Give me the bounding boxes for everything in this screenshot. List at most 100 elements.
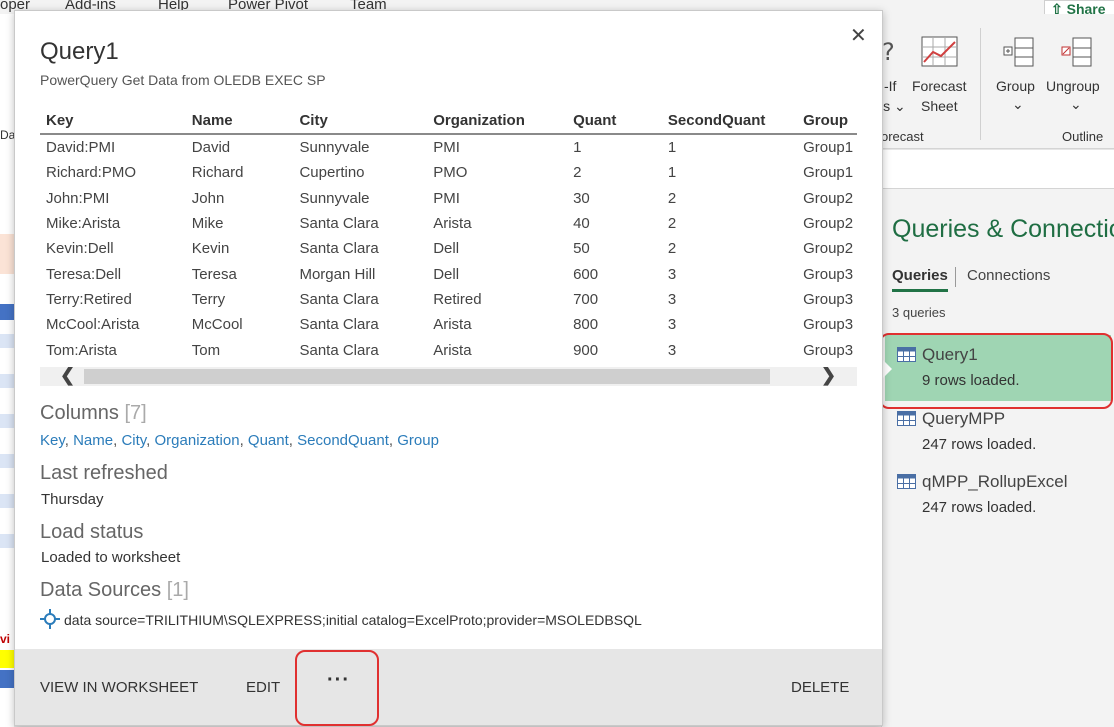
table-cell: Dell bbox=[433, 240, 460, 258]
scroll-left-icon[interactable]: ❮ bbox=[60, 365, 75, 386]
edit-button[interactable]: EDIT bbox=[246, 679, 280, 696]
data-source-icon bbox=[40, 609, 60, 629]
data-sources-heading: Data Sources [1] bbox=[40, 579, 189, 601]
column-link[interactable]: Name bbox=[73, 432, 113, 449]
preview-table-container[interactable]: Key Name City Organization Quant SecondQ… bbox=[40, 107, 857, 361]
grid-cell bbox=[0, 534, 14, 548]
grid-cell bbox=[0, 334, 14, 348]
grid-cell bbox=[0, 454, 14, 468]
table-cell: Dell bbox=[433, 265, 460, 283]
query-rows: 247 rows loaded. bbox=[922, 436, 1037, 453]
tab-queries[interactable]: Queries bbox=[892, 267, 948, 292]
table-cell: 50 bbox=[573, 240, 590, 258]
data-source-text: data source=TRILITHIUM\SQLEXPRESS;initia… bbox=[64, 612, 642, 628]
table-cell: Santa Clara bbox=[299, 290, 379, 308]
table-cell: PMI bbox=[433, 139, 460, 157]
scrollbar-thumb[interactable] bbox=[84, 369, 770, 384]
table-row: John:PMI John Sunnyvale PMI 30 2 Group2 bbox=[40, 186, 857, 211]
table-cell: 30 bbox=[573, 189, 590, 207]
ungroup-dropdown[interactable]: ⌄ bbox=[1070, 96, 1082, 113]
forecast-sheet-label-2[interactable]: Sheet bbox=[921, 98, 958, 114]
table-cell: 3 bbox=[667, 341, 677, 359]
table-row: David:PMI David Sunnyvale PMI 1 1 Group1 bbox=[40, 134, 857, 160]
column-header: City bbox=[293, 107, 428, 135]
group-dropdown[interactable]: ⌄ bbox=[1012, 96, 1024, 113]
column-link[interactable]: Group bbox=[397, 432, 439, 449]
forecast-sheet-label[interactable]: Forecast bbox=[912, 78, 966, 94]
table-row: Terry:Retired Terry Santa Clara Retired 700 3… bbox=[40, 287, 857, 312]
table-cell: 900 bbox=[573, 341, 599, 359]
table-cell: Group2 bbox=[803, 189, 854, 207]
grid-cell-yellow bbox=[0, 650, 14, 668]
query-count: 3 queries bbox=[892, 305, 946, 320]
table-row: Mike:Arista Mike Santa Clara Arista 40 2 Group… bbox=[40, 211, 857, 236]
what-if-label-2[interactable]: is ⌄ bbox=[880, 98, 906, 115]
column-link[interactable]: City bbox=[121, 432, 146, 449]
column-link[interactable]: Organization bbox=[155, 432, 240, 449]
group-label[interactable]: Group bbox=[996, 78, 1035, 94]
scroll-right-icon[interactable]: ❯ bbox=[821, 365, 836, 386]
table-row: Kevin:Dell Kevin Santa Clara Dell 50 2 Group2 bbox=[40, 236, 857, 261]
table-cell: Santa Clara bbox=[299, 240, 379, 258]
table-cell: 2 bbox=[667, 189, 677, 207]
pane-title: Queries & Connections bbox=[892, 215, 1114, 243]
table-row: Teresa:Dell Teresa Morgan Hill Dell 600 3 Grou… bbox=[40, 261, 857, 286]
column-link[interactable]: SecondQuant bbox=[297, 432, 389, 449]
table-cell: Richard bbox=[191, 164, 244, 182]
table-cell: Santa Clara bbox=[299, 215, 379, 233]
svg-text:?: ? bbox=[882, 38, 895, 66]
ungroup-label[interactable]: Ungroup bbox=[1046, 78, 1100, 94]
table-cell: Group2 bbox=[803, 215, 854, 233]
column-header: Name bbox=[185, 107, 294, 135]
horizontal-scrollbar[interactable]: ❮ ❯ bbox=[40, 365, 857, 386]
table-cell: David bbox=[191, 139, 231, 157]
column-header: SecondQuant bbox=[661, 107, 798, 135]
view-in-worksheet-button[interactable]: VIEW IN WORKSHEET bbox=[40, 679, 198, 696]
table-icon bbox=[897, 474, 916, 489]
table-cell: 800 bbox=[573, 316, 599, 334]
delete-button[interactable]: DELETE bbox=[791, 679, 849, 696]
highlight-query1 bbox=[879, 333, 1113, 409]
grid-cell bbox=[0, 374, 14, 388]
table-cell: Retired bbox=[433, 290, 482, 308]
table-row: McCool:Arista McCool Santa Clara Arista 800 3… bbox=[40, 312, 857, 337]
table-cell: Mike:Arista bbox=[46, 215, 121, 233]
load-status-heading: Load status bbox=[40, 521, 144, 543]
table-cell: McCool bbox=[191, 316, 243, 334]
table-cell: Tom bbox=[191, 341, 221, 359]
table-cell: 600 bbox=[573, 265, 599, 283]
table-cell: 3 bbox=[667, 290, 677, 308]
table-cell: 2 bbox=[667, 215, 677, 233]
table-cell: 3 bbox=[667, 265, 677, 283]
close-icon[interactable]: ✕ bbox=[850, 23, 867, 48]
table-cell: Arista bbox=[433, 215, 472, 233]
table-cell: Group3 bbox=[803, 341, 854, 359]
columns-heading: Columns [7] bbox=[40, 402, 147, 424]
table-cell: Teresa bbox=[191, 265, 237, 283]
forecast-sheet-icon bbox=[921, 36, 958, 67]
forecast-group-label: orecast bbox=[881, 129, 924, 144]
tab-separator bbox=[955, 267, 956, 287]
table-cell: Group3 bbox=[803, 290, 854, 308]
what-if-label[interactable]: -If bbox=[884, 78, 896, 94]
tab-connections[interactable]: Connections bbox=[967, 267, 1050, 284]
column-header: Key bbox=[40, 107, 186, 135]
table-cell: Group1 bbox=[803, 139, 854, 157]
outline-group-label: Outline bbox=[1062, 129, 1104, 144]
last-refreshed-heading: Last refreshed bbox=[40, 462, 168, 484]
card-footer: VIEW IN WORKSHEET EDIT ··· DELETE bbox=[15, 649, 882, 725]
grid-fragment: vi bbox=[0, 632, 11, 646]
query-preview-card: ✕ Query1 PowerQuery Get Data from OLEDB … bbox=[14, 10, 883, 726]
table-cell: PMO bbox=[433, 164, 468, 182]
table-cell: Sunnyvale bbox=[299, 139, 370, 157]
table-cell: 3 bbox=[667, 316, 677, 334]
column-link[interactable]: Key bbox=[40, 432, 65, 449]
data-source-row: data source=TRILITHIUM\SQLEXPRESS;initia… bbox=[40, 609, 642, 629]
query-item-qmpp-rollupexcel[interactable]: qMPP_RollupExcel 247 rows loaded. bbox=[885, 462, 1111, 528]
what-if-icon: ? bbox=[882, 38, 895, 66]
table-cell: 2 bbox=[667, 240, 677, 258]
table-cell: John:PMI bbox=[46, 189, 110, 207]
grid-fragment: Da bbox=[0, 128, 14, 142]
table-cell: David:PMI bbox=[46, 139, 116, 157]
column-link[interactable]: Quant bbox=[248, 432, 289, 449]
